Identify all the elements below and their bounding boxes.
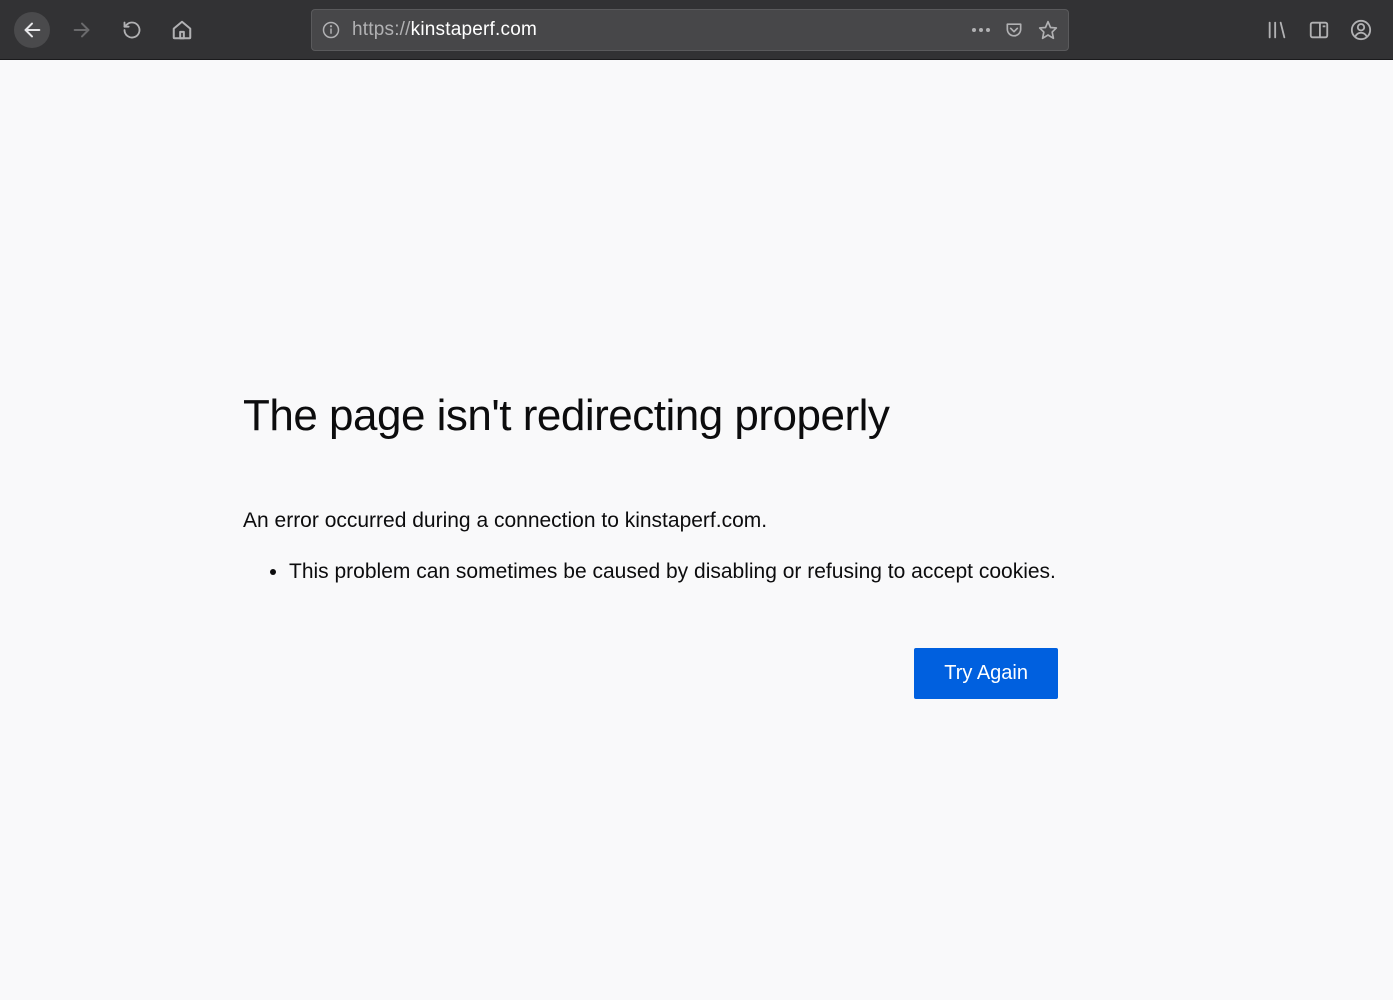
home-icon bbox=[171, 19, 193, 41]
error-actions: Try Again bbox=[243, 648, 1293, 699]
url-bar[interactable]: https://kinstaperf.com bbox=[311, 9, 1069, 51]
nav-button-group bbox=[14, 12, 200, 48]
bookmark-star-icon[interactable] bbox=[1038, 20, 1058, 40]
try-again-button[interactable]: Try Again bbox=[914, 648, 1058, 699]
forward-button[interactable] bbox=[64, 12, 100, 48]
library-button[interactable] bbox=[1265, 18, 1289, 42]
url-domain: kinstaperf.com bbox=[411, 19, 537, 40]
url-text: https://kinstaperf.com bbox=[352, 19, 960, 41]
pocket-icon[interactable] bbox=[1004, 20, 1024, 40]
info-icon[interactable] bbox=[322, 21, 340, 39]
sidebar-icon bbox=[1308, 19, 1330, 41]
account-icon bbox=[1350, 19, 1372, 41]
error-title: The page isn't redirecting properly bbox=[243, 390, 1293, 443]
page-actions-button[interactable] bbox=[972, 28, 990, 32]
library-icon bbox=[1266, 19, 1288, 41]
url-protocol: https:// bbox=[352, 19, 411, 40]
url-actions bbox=[972, 20, 1058, 40]
account-button[interactable] bbox=[1349, 18, 1373, 42]
toolbar-right-buttons bbox=[1265, 18, 1379, 42]
error-detail-item: This problem can sometimes be caused by … bbox=[289, 556, 1293, 588]
arrow-right-icon bbox=[71, 19, 93, 41]
reload-button[interactable] bbox=[114, 12, 150, 48]
error-message: An error occurred during a connection to… bbox=[243, 505, 1293, 537]
back-button[interactable] bbox=[14, 12, 50, 48]
arrow-left-icon bbox=[21, 19, 43, 41]
error-detail-list: This problem can sometimes be caused by … bbox=[243, 556, 1293, 588]
browser-toolbar: https://kinstaperf.com bbox=[0, 0, 1393, 60]
error-page-content: The page isn't redirecting properly An e… bbox=[0, 60, 1393, 699]
home-button[interactable] bbox=[164, 12, 200, 48]
reload-icon bbox=[122, 20, 142, 40]
sidebar-button[interactable] bbox=[1307, 18, 1331, 42]
